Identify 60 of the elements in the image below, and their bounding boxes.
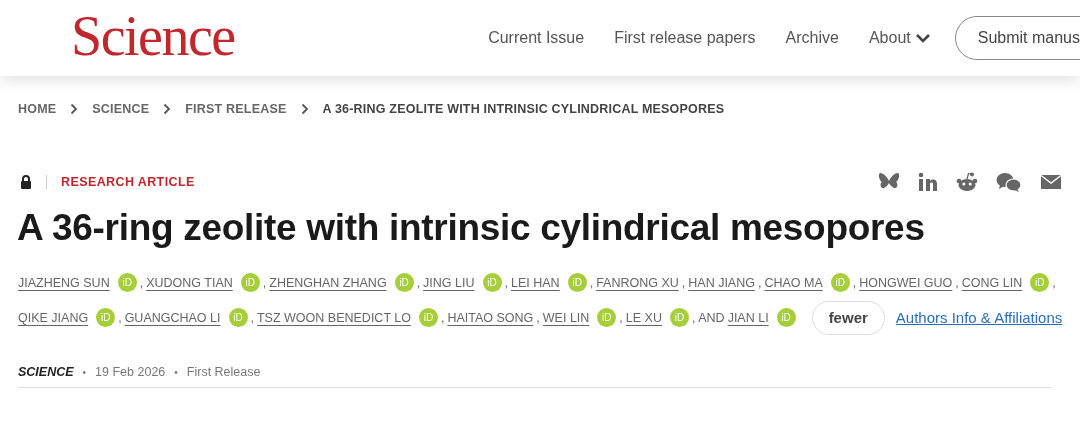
nav-link[interactable]: Current Issue	[488, 29, 585, 47]
author-link[interactable]: CONG LIN	[961, 275, 1023, 290]
nav-link[interactable]: Archive	[785, 29, 839, 47]
author-link[interactable]: JING LIU	[423, 275, 475, 290]
separator-dot: •	[82, 366, 87, 378]
chevron-right-icon	[163, 103, 172, 115]
nav-link[interactable]: First release papers	[614, 29, 756, 47]
submit-button[interactable]: Submit manus	[954, 16, 1080, 60]
author-link[interactable]: TSZ WOON BENEDICT LO	[257, 310, 411, 325]
author-link[interactable]: HAITAO SONG	[447, 310, 534, 325]
author-link[interactable]: FANRONG XU	[596, 275, 679, 290]
breadcrumb-link[interactable]: HOME	[18, 102, 57, 116]
author-link[interactable]: QIKE JIANG	[18, 310, 89, 325]
author-link[interactable]: WEI LIN	[542, 310, 590, 325]
author-link[interactable]: LE XU	[625, 310, 662, 325]
article-title: A 36-ring zeolite with intrinsic cylindrical mesopores	[17, 206, 926, 250]
separator: ,	[757, 275, 762, 290]
breadcrumb-link[interactable]: A 36-RING ZEOLITE WITH INTRINSIC CYLINDRICAL MESOPORES	[322, 102, 725, 116]
separator: ,	[262, 275, 267, 290]
affiliations-link[interactable]: Authors Info & Affiliations	[895, 309, 1063, 326]
separator: ,	[416, 275, 421, 290]
separator: ,	[118, 310, 122, 325]
separator: ,	[504, 275, 508, 290]
author-link[interactable]: JIAZHENG SUN	[18, 275, 110, 290]
chevron-right-icon	[70, 103, 79, 115]
separator: ,	[619, 310, 623, 325]
breadcrumb-link[interactable]: SCIENCE	[92, 102, 150, 116]
author-link[interactable]: GUANGCHAO LI	[124, 310, 221, 325]
separator: , AND	[691, 310, 725, 325]
separator-dot: •	[174, 366, 178, 378]
separator: ,	[852, 275, 857, 290]
separator: ,	[955, 275, 959, 290]
article-type: RESEARCH ARTICLE	[61, 175, 195, 189]
author-link[interactable]: HONGWEI GUO	[859, 275, 953, 290]
chevron-down-icon	[914, 32, 931, 44]
separator: ,	[1052, 275, 1056, 290]
publication-date: 19 Feb 2026	[95, 365, 166, 379]
author-link[interactable]: HAN JIANG	[688, 275, 755, 290]
breadcrumb-link[interactable]: FIRST RELEASE	[185, 102, 287, 116]
separator: ,	[589, 275, 594, 290]
journal-name: SCIENCE	[18, 365, 74, 379]
chat-bubbles-icon[interactable]	[996, 172, 1022, 192]
mail-icon[interactable]	[1040, 174, 1062, 190]
separator: ,	[139, 275, 144, 290]
separator: ,	[536, 310, 540, 325]
nav-menu[interactable]: About	[868, 29, 931, 47]
author-link[interactable]: JIAN LI	[727, 310, 769, 325]
release-status: First Release	[186, 365, 261, 379]
author-link[interactable]: LEI HAN	[511, 275, 560, 290]
fewer-button[interactable]: fewer	[811, 300, 885, 335]
author-link[interactable]: XUDONG TIAN	[146, 275, 233, 290]
separator: ,	[440, 310, 445, 325]
science-logo[interactable]: Science	[71, 8, 235, 68]
separator: ,	[681, 275, 686, 290]
separator: ,	[250, 310, 254, 325]
author-link[interactable]: CHAO MA	[764, 275, 823, 290]
author-link[interactable]: ZHENGHAN ZHANG	[269, 275, 387, 290]
reddit-icon[interactable]	[956, 172, 978, 192]
chevron-right-icon	[300, 103, 309, 115]
linkedin-icon[interactable]	[918, 172, 938, 192]
